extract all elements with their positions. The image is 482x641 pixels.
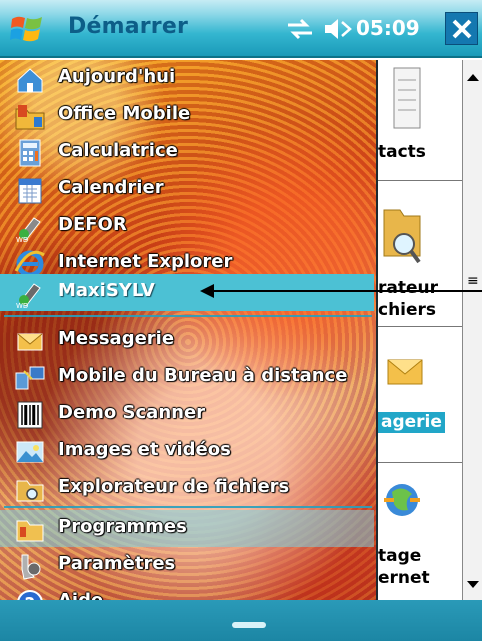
- menu-item-label: Demo Scanner: [58, 402, 206, 423]
- messaging-icon[interactable]: [386, 344, 424, 404]
- maxisylv-app-icon: WD: [16, 283, 41, 308]
- clock[interactable]: 05:09: [356, 16, 420, 40]
- menu-item-label: Images et vidéos: [58, 439, 231, 460]
- calendar-icon: [18, 178, 42, 204]
- menu-item-defor[interactable]: WD DEFOR: [0, 208, 374, 245]
- menu-item-label: Calendrier: [58, 177, 164, 198]
- menu-item-file-explorer[interactable]: Explorateur de fichiers: [0, 470, 374, 507]
- today-icon: [17, 68, 43, 93]
- vertical-scrollbar[interactable]: ≡: [462, 60, 482, 600]
- annotation-arrow-line: [212, 290, 482, 292]
- contacts-icon[interactable]: [392, 66, 422, 132]
- menu-item-aujourdhui[interactable]: Aujourd'hui: [0, 60, 374, 97]
- internet-sharing-label-2: ernet: [378, 568, 430, 588]
- window-title[interactable]: Démarrer: [68, 14, 188, 39]
- menu-item-label: MaxiSYLV: [58, 280, 155, 301]
- calculator-icon: [19, 139, 41, 167]
- menu-item-label: Mobile du Bureau à distance: [58, 365, 348, 386]
- connectivity-icon[interactable]: [286, 18, 314, 40]
- menu-item-calculatrice[interactable]: Calculatrice: [0, 134, 374, 171]
- menu-item-label: Calculatrice: [58, 140, 178, 161]
- internet-sharing-icon[interactable]: [382, 470, 422, 534]
- bottom-menu-bar: [0, 600, 482, 641]
- menu-item-label: Explorateur de fichiers: [58, 476, 290, 497]
- menu-item-label: DEFOR: [58, 214, 127, 235]
- menu-item-remote-desktop[interactable]: Mobile du Bureau à distance: [0, 359, 374, 396]
- programs-folder-icon: [16, 520, 44, 542]
- menu-item-images-videos[interactable]: Images et vidéos: [0, 433, 374, 470]
- menu-item-maxisylv[interactable]: WD MaxiSYLV: [0, 274, 374, 311]
- divider: [378, 180, 462, 181]
- menu-item-label: Aujourd'hui: [58, 66, 176, 87]
- contacts-label: tacts: [378, 142, 426, 162]
- sip-handle-icon[interactable]: [232, 622, 266, 628]
- settings-icon: [21, 554, 41, 580]
- background-app-panel: tacts rateur chiers agerie tage ernet ≡: [378, 60, 482, 600]
- barcode-scanner-icon: [17, 401, 43, 429]
- menu-item-messagerie[interactable]: Messagerie: [0, 322, 374, 359]
- menu-item-label: Messagerie: [58, 328, 175, 349]
- close-button[interactable]: [445, 12, 478, 45]
- file-explorer-label-2: chiers: [378, 300, 437, 320]
- pictures-icon: [16, 441, 44, 463]
- menu-separator: [4, 315, 372, 317]
- menu-item-label: Internet Explorer: [58, 251, 233, 272]
- messaging-label[interactable]: agerie: [378, 412, 445, 433]
- internet-sharing-label-1: tage: [378, 546, 422, 566]
- defor-app-icon: WD: [16, 217, 41, 242]
- scroll-down-icon[interactable]: [467, 581, 479, 588]
- menu-item-label: Office Mobile: [58, 103, 191, 124]
- menu-item-programmes[interactable]: Programmes: [0, 510, 374, 547]
- menu-item-demo-scanner[interactable]: Demo Scanner: [0, 396, 374, 433]
- menu-separator: [4, 506, 372, 508]
- svg-text:WD: WD: [16, 236, 28, 242]
- menu-item-label: Programmes: [58, 516, 187, 537]
- messaging-icon: [17, 333, 43, 351]
- file-explorer-icon: [16, 480, 44, 502]
- svg-text:WD: WD: [16, 302, 28, 308]
- close-icon: [452, 19, 471, 38]
- file-explorer-icon[interactable]: [382, 200, 422, 270]
- menu-item-label: Paramètres: [58, 553, 176, 574]
- remote-desktop-icon: [15, 366, 45, 390]
- divider: [378, 462, 462, 463]
- scroll-grip-icon[interactable]: ≡: [467, 274, 479, 288]
- speaker-icon[interactable]: [322, 16, 352, 42]
- menu-item-calendrier[interactable]: Calendrier: [0, 171, 374, 208]
- windows-logo-icon[interactable]: [10, 13, 44, 45]
- file-explorer-label-1: rateur: [378, 278, 438, 298]
- menu-item-office-mobile[interactable]: Office Mobile: [0, 97, 374, 134]
- start-menu: Aujourd'hui Office Mobile Calculatrice C…: [0, 60, 378, 626]
- annotation-arrow-icon: [200, 284, 214, 298]
- menu-item-parametres[interactable]: Paramètres: [0, 547, 374, 584]
- office-mobile-icon: [15, 105, 45, 130]
- title-bar: Démarrer 05:09: [0, 0, 482, 58]
- divider: [378, 326, 462, 327]
- scroll-up-icon[interactable]: [467, 74, 479, 81]
